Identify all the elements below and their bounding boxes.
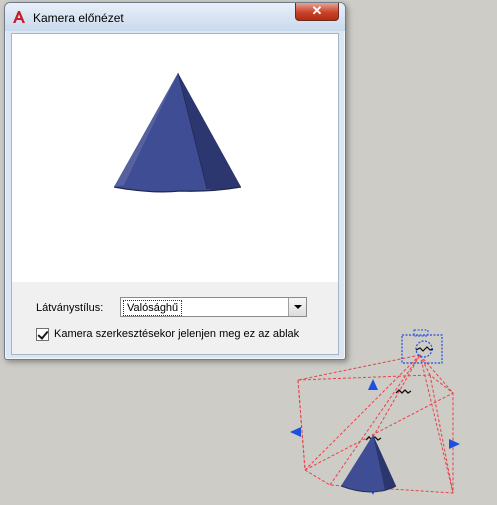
arrow-grip-left-icon[interactable] [290, 427, 301, 437]
close-icon: ✕ [311, 3, 323, 18]
camera-glyph-icon[interactable] [401, 329, 443, 364]
arrow-grip-up-icon[interactable] [368, 379, 378, 390]
viewport-cone [340, 435, 397, 493]
visual-style-value: Valósághű [123, 300, 183, 316]
checkmark-icon [37, 328, 49, 340]
autocad-logo-icon [13, 11, 25, 23]
show-on-edit-label[interactable]: Kamera szerkesztésekor jelenjen meg ez a… [54, 328, 299, 340]
visual-style-dropdown[interactable]: Valósághű [120, 297, 307, 317]
arrow-grip-right-icon[interactable] [449, 439, 460, 449]
dialog-body: Látványstílus: Valósághű Kamera szerkesz… [11, 33, 339, 355]
preview-cone [113, 72, 242, 193]
camera-preview-pane [12, 34, 338, 282]
chevron-down-icon [294, 305, 302, 309]
show-on-edit-checkbox[interactable] [36, 328, 49, 341]
dialog-title: Kamera előnézet [33, 11, 124, 25]
dropdown-button[interactable] [288, 298, 306, 316]
title-bar[interactable]: Kamera előnézet ✕ [5, 3, 345, 31]
close-button[interactable]: ✕ [295, 3, 339, 21]
visual-style-label: Látványstílus: [36, 302, 104, 314]
camera-preview-dialog[interactable]: Kamera előnézet ✕ Látványstílus: Valóság… [4, 2, 346, 360]
